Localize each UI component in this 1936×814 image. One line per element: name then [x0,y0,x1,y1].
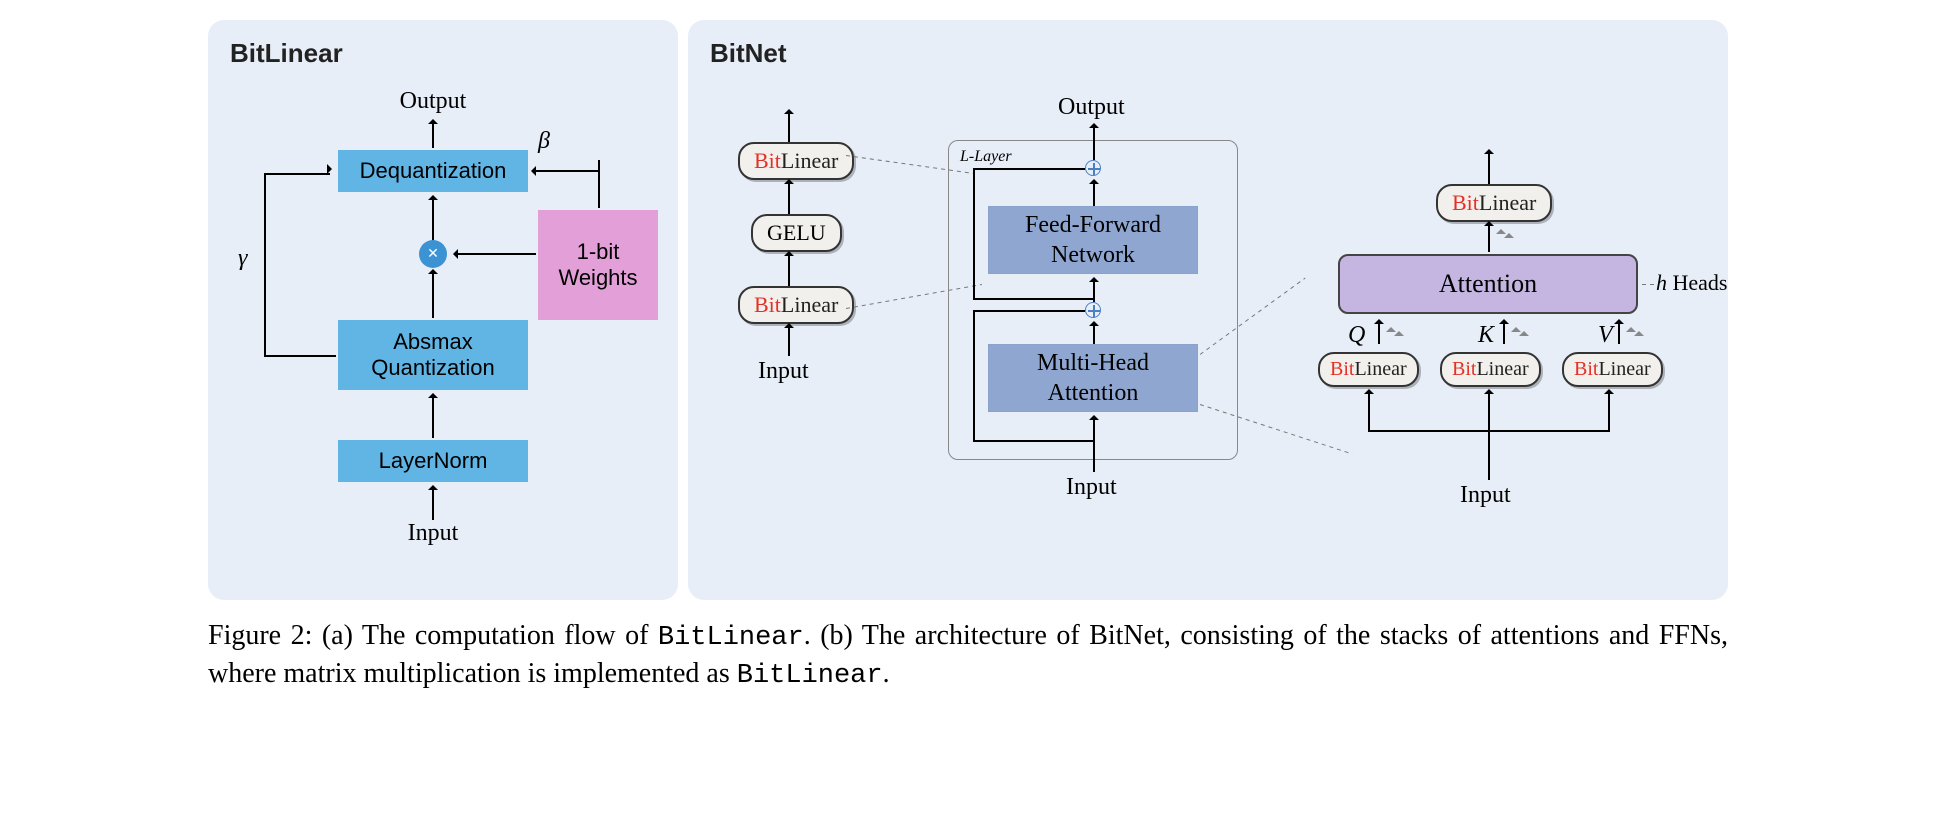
arrow-up-icon [1093,278,1095,302]
l-layer-tag: L-Layer [960,148,1012,166]
figure: BitLinear Output Dequantization Absmax Q… [208,20,1728,693]
k-bitlinear: BitLinear [1440,352,1541,387]
arrow-up-icon [1488,222,1490,252]
arrow-left-icon [532,170,598,172]
mha-block: Multi-Head Attention [988,344,1198,412]
ffn-bottom-bitlinear: BitLinear [738,286,854,324]
ffn-block: Feed-Forward Network [988,206,1198,274]
arrow-up-icon [432,394,434,438]
panels-row: BitLinear Output Dequantization Absmax Q… [208,20,1728,600]
arrow-up-icon [432,486,434,520]
ffn-input-label: Input [758,358,809,385]
layer-output-label: Output [1058,94,1125,121]
arrow-left-icon [454,253,536,255]
attention-block: Attention [1338,254,1638,314]
q-bitlinear: BitLinear [1318,352,1419,387]
ffn-top-bitlinear: BitLinear [738,142,854,180]
panel-bitlinear: BitLinear Output Dequantization Absmax Q… [208,20,678,600]
panel-b-title: BitNet [710,38,787,69]
gamma-label: γ [238,245,247,272]
figure-caption: Figure 2: (a) The computation flow of Bi… [208,618,1728,693]
arrow-up-icon [788,180,790,214]
arrow-up-icon [432,120,434,148]
arrow-up-icon [788,110,790,142]
arrow-up-icon [1093,322,1095,344]
layer-input-label: Input [1066,474,1117,501]
q-label: Q [1348,322,1365,349]
arrow-up-icon [1093,180,1095,206]
gelu-pill: GELU [751,214,842,252]
attn-top-bitlinear: BitLinear [1436,184,1552,222]
arrow-up-icon [1488,150,1490,184]
weights-block: 1-bit Weights [538,210,658,320]
heads-label: h Heads [1656,270,1727,296]
arrow-up-icon [432,270,434,318]
arrow-up-icon [1093,416,1095,472]
arrow-up-icon [788,324,790,356]
arrow-up-icon [788,252,790,286]
beta-label: β [538,128,550,155]
panel-a-title: BitLinear [230,38,343,69]
input-label: Input [393,520,473,547]
arrow-up-icon [1093,124,1095,160]
arrow-up-icon [432,196,434,242]
panel-bitnet: BitNet BitLinear GELU BitLinear Input L-… [688,20,1728,600]
dequant-block: Dequantization [338,150,528,192]
k-label: K [1478,322,1494,349]
output-label: Output [373,88,493,115]
v-bitlinear: BitLinear [1562,352,1663,387]
attn-input-label: Input [1460,482,1511,509]
absmax-block: Absmax Quantization [338,320,528,390]
layernorm-block: LayerNorm [338,440,528,482]
v-label: V [1598,322,1613,349]
